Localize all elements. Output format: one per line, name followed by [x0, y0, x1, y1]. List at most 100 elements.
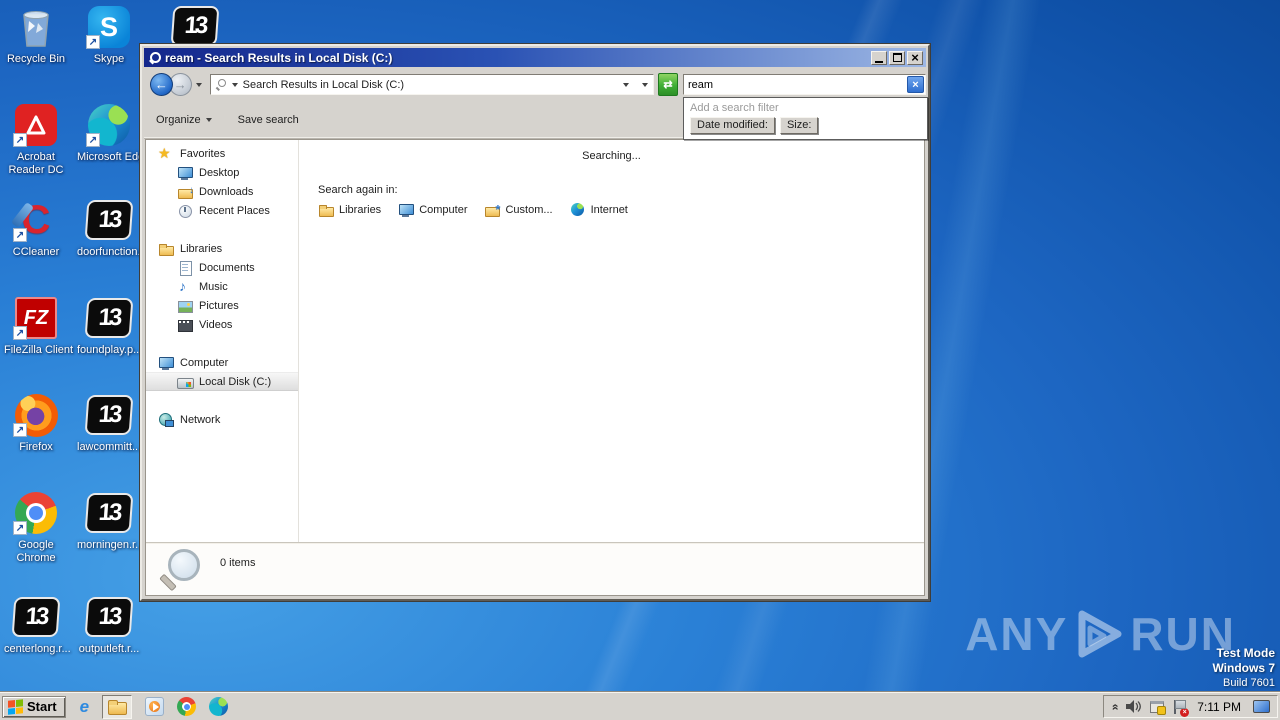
desktop-icon-filezilla[interactable]: FZ ↗ FileZilla Client [4, 296, 73, 357]
action-center-flag-icon[interactable]: × [1173, 699, 1190, 717]
nav-local-disk-c[interactable]: Local Disk (C:) [146, 372, 298, 391]
refresh-button[interactable]: ⇄ [658, 73, 678, 96]
nav-documents[interactable]: Documents [146, 258, 298, 277]
start-button[interactable]: Start [2, 695, 66, 718]
chrome-icon[interactable] [177, 697, 197, 716]
desktop-icon-outputleft[interactable]: 13 outputleft.r... [77, 595, 141, 656]
libraries-folder-icon [318, 202, 334, 218]
nav-downloads[interactable]: Downloads [146, 182, 298, 201]
address-box[interactable]: Search Results in Local Disk (C:) [209, 74, 655, 95]
title-bar[interactable]: ream - Search Results in Local Disk (C:)… [144, 48, 926, 67]
media-player-icon[interactable] [145, 697, 165, 716]
clear-search-icon[interactable]: × [907, 76, 924, 93]
nav-recent-places[interactable]: Recent Places [146, 201, 298, 220]
anyrun-watermark: ANY RUN [965, 608, 1236, 660]
network-icon [158, 412, 174, 428]
windows-logo-icon [8, 698, 23, 715]
black-b-logo-icon: 13 [84, 298, 134, 338]
favorites-star-icon [158, 145, 174, 162]
nav-libraries[interactable]: Libraries [146, 239, 298, 258]
minimize-button[interactable] [871, 50, 887, 65]
edge-icon[interactable] [209, 697, 229, 716]
desktop-icon-partial[interactable]: 13 [163, 4, 227, 48]
downloads-icon [177, 184, 194, 200]
address-dropdown-icon[interactable] [642, 82, 649, 87]
window-body: Favorites Desktop Downloads Recent Place… [145, 139, 925, 596]
magnifier-icon [168, 549, 200, 581]
music-icon [177, 278, 193, 295]
nav-computer[interactable]: Computer [146, 353, 298, 372]
volume-icon[interactable] [1126, 700, 1142, 713]
desktop-icon [177, 165, 193, 181]
status-bar: 0 items [146, 542, 924, 595]
recycle-bin-icon [13, 5, 59, 49]
desktop-icon-edge[interactable]: ↗ Microsoft Edge [77, 103, 150, 164]
desktop-icon-doorfunction[interactable]: 13 doorfunction... [77, 198, 147, 259]
search-icon [216, 79, 227, 90]
shortcut-arrow-icon: ↗ [13, 228, 27, 242]
close-button[interactable]: × [907, 50, 923, 65]
searching-status: Searching... [582, 150, 641, 162]
black-b-logo-icon: 13 [11, 597, 61, 637]
folder-icon [108, 699, 128, 715]
videos-icon [177, 317, 193, 333]
nav-network[interactable]: Network [146, 410, 298, 429]
size-filter-button[interactable]: Size: [779, 117, 819, 134]
black-b-logo-icon: 13 [84, 597, 134, 637]
desktop-icon-chrome[interactable]: ↗ Google Chrome [4, 491, 68, 565]
shortcut-arrow-icon: ↗ [86, 35, 100, 49]
pictures-icon [177, 298, 193, 314]
recent-places-icon [177, 203, 193, 219]
hidden-icons-chevron-icon[interactable]: » [1107, 703, 1121, 710]
nav-desktop[interactable]: Desktop [146, 163, 298, 182]
window-title: ream - Search Results in Local Disk (C:) [165, 50, 393, 65]
desktop-icon-morningen[interactable]: 13 morningen.r... [77, 491, 144, 552]
search-filter-popup: Add a search filter Date modified: Size: [683, 97, 928, 140]
search-box[interactable]: × [682, 74, 926, 95]
shortcut-arrow-icon: ↗ [13, 521, 27, 535]
black-b-logo-icon: 13 [84, 395, 134, 435]
chevron-down-icon[interactable] [231, 82, 238, 87]
search-again-computer[interactable]: Computer [398, 202, 467, 218]
desktop-icon-lawcommitt[interactable]: 13 lawcommitt... [77, 393, 141, 454]
date-modified-filter-button[interactable]: Date modified: [690, 117, 775, 134]
computer-icon [398, 202, 415, 218]
nav-videos[interactable]: Videos [146, 315, 298, 334]
items-count: 0 items [220, 557, 256, 569]
shortcut-arrow-icon: ↗ [86, 133, 100, 147]
navigation-pane: Favorites Desktop Downloads Recent Place… [146, 140, 298, 542]
search-input[interactable] [687, 78, 907, 91]
search-again-internet[interactable]: Internet [570, 202, 628, 218]
desktop-icon-skype[interactable]: S ↗ Skype [77, 5, 141, 66]
windows-explorer-button[interactable] [102, 694, 133, 719]
desktop-icon-recycle-bin[interactable]: Recycle Bin [4, 5, 68, 66]
security-alert-icon[interactable] [1150, 700, 1167, 715]
system-tray: » × 7:11 PM [1102, 695, 1278, 718]
save-search-button[interactable]: Save search [238, 114, 299, 126]
internet-explorer-icon[interactable]: e [80, 697, 89, 717]
desktop-icon-ccleaner[interactable]: C ↗ CCleaner [4, 198, 68, 259]
search-again-custom[interactable]: Custom... [484, 202, 553, 218]
black-b-logo-icon: 13 [84, 200, 134, 240]
shortcut-arrow-icon: ↗ [13, 326, 27, 340]
display-icon[interactable] [1253, 700, 1270, 713]
nav-pictures[interactable]: Pictures [146, 296, 298, 315]
address-location[interactable]: Search Results in Local Disk (C:) [243, 79, 618, 91]
desktop-icon-foundplay[interactable]: 13 foundplay.p... [77, 296, 142, 357]
nav-music[interactable]: Music [146, 277, 298, 296]
desktop-icon-firefox[interactable]: ↗ Firefox [4, 393, 68, 454]
search-again-libraries[interactable]: Libraries [318, 202, 381, 218]
search-icon [149, 52, 161, 63]
desktop-icon-acrobat[interactable]: ↗ Acrobat Reader DC [4, 103, 68, 177]
maximize-button[interactable] [889, 50, 905, 65]
shortcut-arrow-icon: ↗ [13, 133, 27, 147]
internet-icon [570, 202, 586, 218]
local-disk-icon [177, 374, 194, 390]
chevron-down-icon[interactable] [623, 82, 630, 87]
tray-clock[interactable]: 7:11 PM [1194, 700, 1244, 714]
desktop-icon-centerlong[interactable]: 13 centerlong.r... [4, 595, 71, 656]
back-button[interactable]: ← [150, 73, 173, 96]
history-chevron-icon[interactable] [195, 82, 202, 87]
nav-favorites[interactable]: Favorites [146, 144, 298, 163]
organize-menu[interactable]: Organize [156, 114, 212, 126]
